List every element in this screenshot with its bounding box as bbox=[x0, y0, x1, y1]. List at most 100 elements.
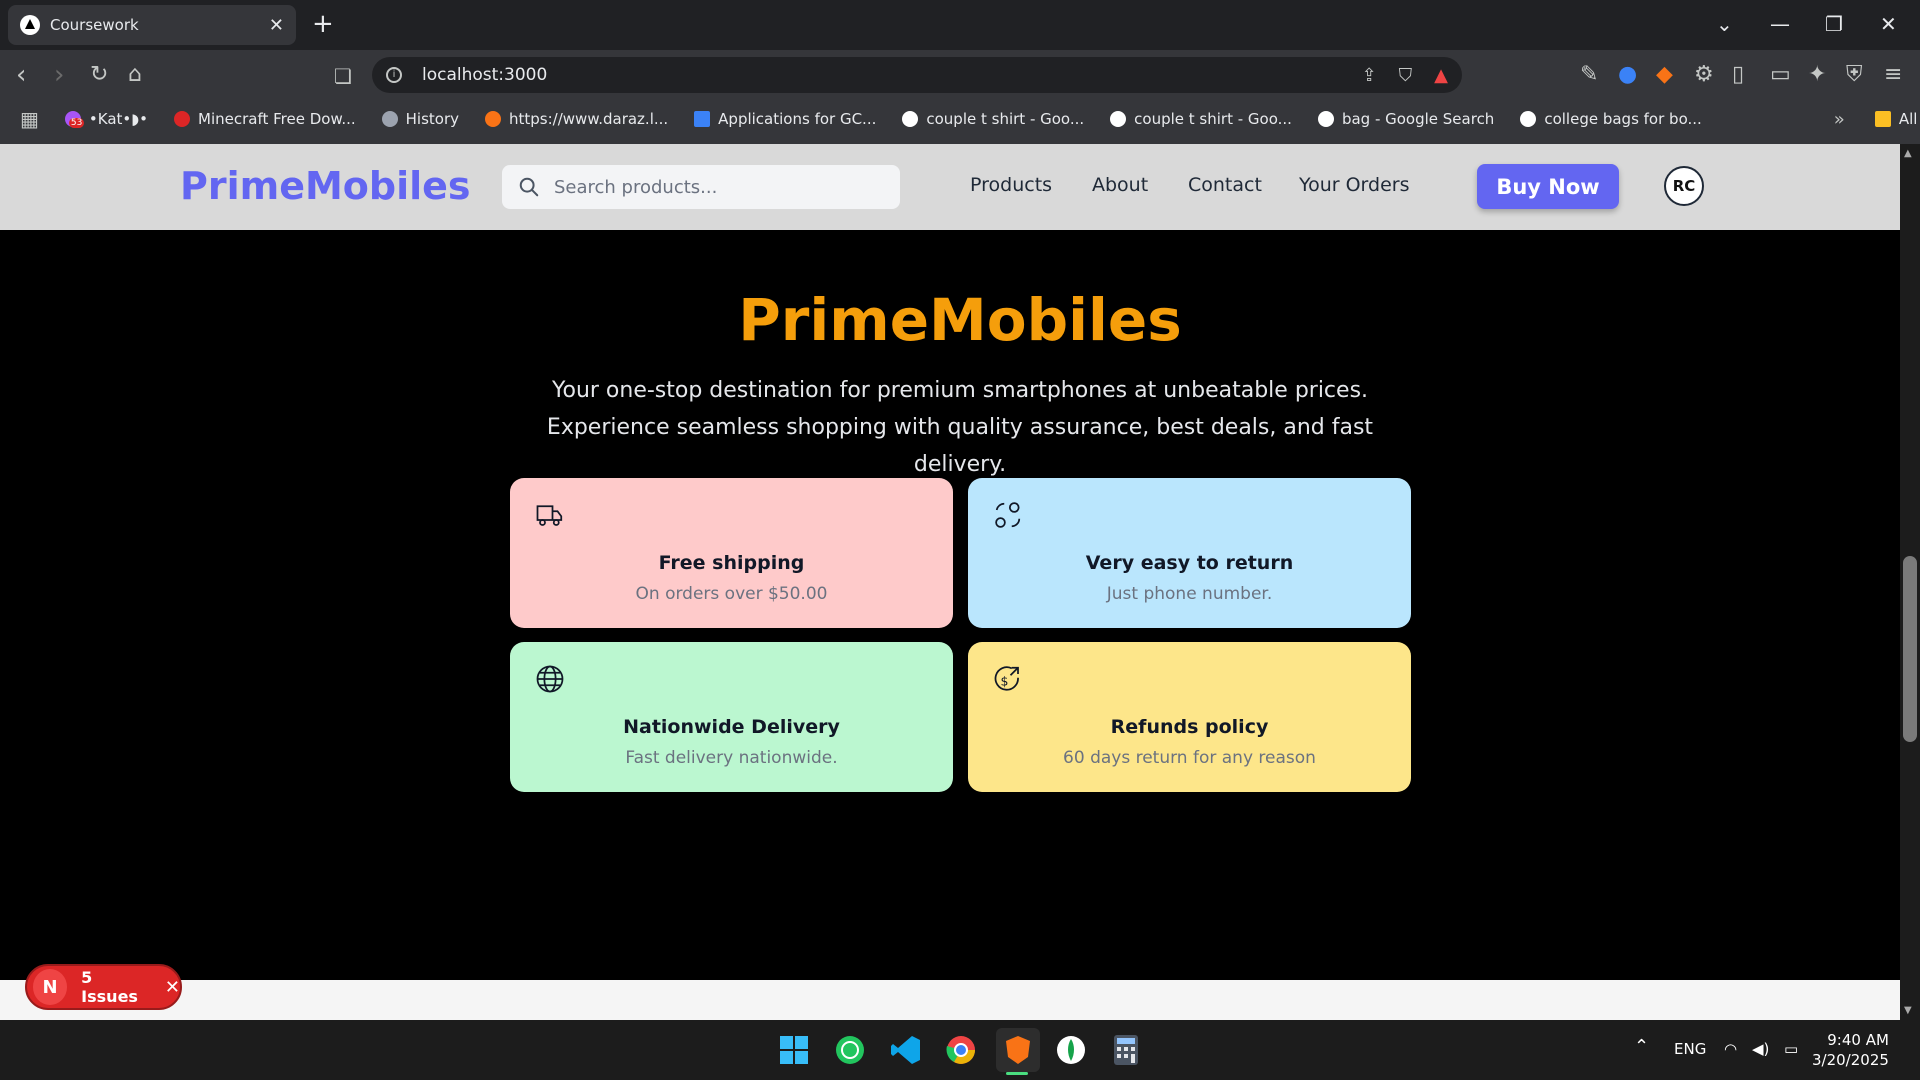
bookmarks-bar: ▦ 53 •Kat•◗• Minecraft Free Dow... Histo… bbox=[0, 102, 1920, 136]
brave-rewards-icon[interactable]: ▲ bbox=[1434, 65, 1448, 86]
share-icon[interactable]: ⇪ bbox=[1362, 65, 1377, 86]
bookmark-label: couple t shirt - Goo... bbox=[1134, 110, 1292, 128]
bookmark-favicon-icon bbox=[174, 111, 190, 127]
vscode-icon[interactable] bbox=[888, 1032, 924, 1068]
sidebar-icon[interactable]: ▯ bbox=[1732, 62, 1744, 87]
close-icon[interactable]: ✕ bbox=[165, 977, 180, 998]
buy-now-button[interactable]: Buy Now bbox=[1477, 164, 1619, 209]
nextjs-issues-badge[interactable]: N 5 Issues ✕ bbox=[25, 964, 182, 1010]
close-tab-icon[interactable]: ✕ bbox=[269, 15, 284, 36]
bookmark-badge: 53 bbox=[68, 118, 85, 128]
calculator-icon[interactable] bbox=[1108, 1032, 1144, 1068]
bookmark-item[interactable]: Minecraft Free Dow... bbox=[174, 110, 356, 128]
close-window-icon[interactable]: ✕ bbox=[1880, 12, 1897, 36]
browser-tab[interactable]: Coursework ✕ bbox=[8, 5, 296, 45]
scrollbar-thumb[interactable] bbox=[1903, 556, 1917, 742]
search-icon bbox=[519, 177, 539, 197]
feature-card-easy-return: Very easy to return Just phone number. bbox=[968, 478, 1411, 628]
hero-title: PrimeMobiles bbox=[738, 286, 1182, 354]
menu-icon[interactable]: ≡ bbox=[1884, 62, 1902, 87]
restore-icon[interactable]: ❐ bbox=[1825, 12, 1843, 36]
active-app-indicator bbox=[1006, 1072, 1028, 1075]
bookmark-label: https://www.daraz.l... bbox=[509, 110, 669, 128]
bookmark-label: college bags for bo... bbox=[1544, 110, 1702, 128]
windows-start-icon[interactable] bbox=[776, 1032, 812, 1068]
bookmark-item[interactable]: https://www.daraz.l... bbox=[485, 110, 668, 128]
search-bar[interactable] bbox=[502, 165, 900, 209]
brave-shield-icon[interactable]: ⛉ bbox=[1399, 65, 1413, 86]
bookmark-item[interactable]: college bags for bo... bbox=[1520, 110, 1702, 128]
issues-count[interactable]: 5 Issues bbox=[81, 968, 151, 1006]
tab-search-chevron-icon[interactable]: ⌄ bbox=[1716, 12, 1733, 36]
feature-text: Just phone number. bbox=[1106, 584, 1273, 604]
globe-icon bbox=[536, 665, 564, 693]
home-icon[interactable]: ⌂ bbox=[128, 62, 142, 87]
all-bookmarks-folder[interactable]: All Bookmarks bbox=[1874, 110, 1920, 128]
bookmark-item[interactable]: 53 •Kat•◗• bbox=[64, 110, 148, 128]
brand-logo[interactable]: PrimeMobiles bbox=[180, 164, 471, 208]
eyedropper-icon[interactable]: ✎ bbox=[1580, 62, 1598, 87]
address-bar[interactable]: i localhost:3000 ⇪ ⛉ ▲ bbox=[372, 57, 1462, 93]
google-icon bbox=[902, 111, 919, 127]
volume-icon[interactable]: ◀) bbox=[1752, 1040, 1769, 1058]
site-navbar: PrimeMobiles Products About Contact Your… bbox=[0, 144, 1900, 230]
bookmark-item[interactable]: Applications for GC... bbox=[694, 110, 876, 128]
reload-icon[interactable]: ↻ bbox=[90, 62, 108, 87]
extension-blue-icon[interactable]: ● bbox=[1618, 62, 1637, 87]
apps-grid-icon[interactable]: ▦ bbox=[20, 107, 39, 131]
bookmark-item[interactable]: couple t shirt - Goo... bbox=[902, 110, 1084, 128]
nav-about[interactable]: About bbox=[1092, 174, 1148, 196]
extensions-icon[interactable]: ⚙ bbox=[1694, 62, 1714, 87]
web-page: PrimeMobiles Products About Contact Your… bbox=[0, 144, 1900, 1020]
hero-subtitle: Your one-stop destination for premium sm… bbox=[546, 378, 1374, 477]
url-text: localhost:3000 bbox=[422, 65, 548, 85]
feature-card-nationwide-delivery: Nationwide Delivery Fast delivery nation… bbox=[510, 642, 953, 792]
clock-date: 3/20/2025 bbox=[1812, 1051, 1889, 1069]
mongodb-compass-icon[interactable] bbox=[1053, 1032, 1089, 1068]
nav-products[interactable]: Products bbox=[970, 174, 1052, 196]
feature-card-free-shipping: Free shipping On orders over $50.00 bbox=[510, 478, 953, 628]
feature-text: 60 days return for any reason bbox=[1063, 748, 1316, 768]
bookmark-label: Applications for GC... bbox=[718, 110, 877, 128]
back-icon[interactable]: ‹ bbox=[16, 60, 26, 90]
metamask-icon[interactable]: ◆ bbox=[1656, 62, 1673, 87]
feature-title: Nationwide Delivery bbox=[623, 716, 840, 738]
nav-contact[interactable]: Contact bbox=[1188, 174, 1262, 196]
brave-taskbar-icon[interactable] bbox=[996, 1028, 1040, 1072]
new-tab-button[interactable]: + bbox=[312, 10, 334, 38]
scroll-down-icon[interactable]: ▼ bbox=[1904, 1005, 1912, 1016]
leo-ai-icon[interactable]: ✦ bbox=[1808, 62, 1826, 87]
svg-text:$: $ bbox=[1001, 673, 1009, 688]
search-input[interactable] bbox=[554, 176, 854, 198]
wallet-icon[interactable]: ▭ bbox=[1770, 62, 1791, 87]
tray-overflow-icon[interactable]: ⌃ bbox=[1634, 1036, 1649, 1057]
nav-your-orders[interactable]: Your Orders bbox=[1299, 174, 1410, 196]
battery-icon[interactable]: ▭ bbox=[1784, 1040, 1798, 1058]
forward-icon[interactable]: › bbox=[54, 60, 64, 90]
bookmark-label: History bbox=[405, 110, 460, 128]
bookmark-label: Minecraft Free Dow... bbox=[198, 110, 356, 128]
bookmark-item[interactable]: History bbox=[381, 110, 460, 128]
google-icon bbox=[1317, 111, 1334, 127]
more-bookmarks-icon[interactable]: » bbox=[1834, 109, 1845, 130]
bookmark-label: bag - Google Search bbox=[1341, 110, 1495, 128]
feature-card-refunds-policy: $ Refunds policy 60 days return for any … bbox=[968, 642, 1411, 792]
feature-text: Fast delivery nationwide. bbox=[625, 748, 838, 768]
scroll-up-icon[interactable]: ▲ bbox=[1904, 148, 1912, 159]
whatsapp-icon[interactable] bbox=[832, 1032, 868, 1068]
feature-title: Refunds policy bbox=[1110, 716, 1269, 738]
wifi-icon[interactable]: ◠ bbox=[1724, 1040, 1737, 1058]
browser-tab-bar: Coursework ✕ + ⌄ — ❐ ✕ bbox=[0, 0, 1920, 50]
bookmark-item[interactable]: bag - Google Search bbox=[1317, 110, 1495, 128]
bookmark-item[interactable]: couple t shirt - Goo... bbox=[1110, 110, 1292, 128]
chrome-icon[interactable] bbox=[943, 1032, 979, 1068]
minimize-icon[interactable]: — bbox=[1770, 12, 1790, 36]
bookmark-icon[interactable]: ❏ bbox=[334, 64, 352, 88]
language-indicator[interactable]: ENG bbox=[1674, 1040, 1706, 1058]
user-avatar[interactable]: RC bbox=[1664, 166, 1704, 206]
bookmark-label: •Kat•◗• bbox=[88, 110, 148, 128]
site-info-icon[interactable]: i bbox=[386, 67, 402, 83]
vpn-icon[interactable]: ⛨ bbox=[1846, 62, 1863, 87]
feature-title: Free shipping bbox=[658, 552, 805, 574]
system-clock[interactable]: 9:40 AM 3/20/2025 bbox=[1812, 1030, 1889, 1070]
